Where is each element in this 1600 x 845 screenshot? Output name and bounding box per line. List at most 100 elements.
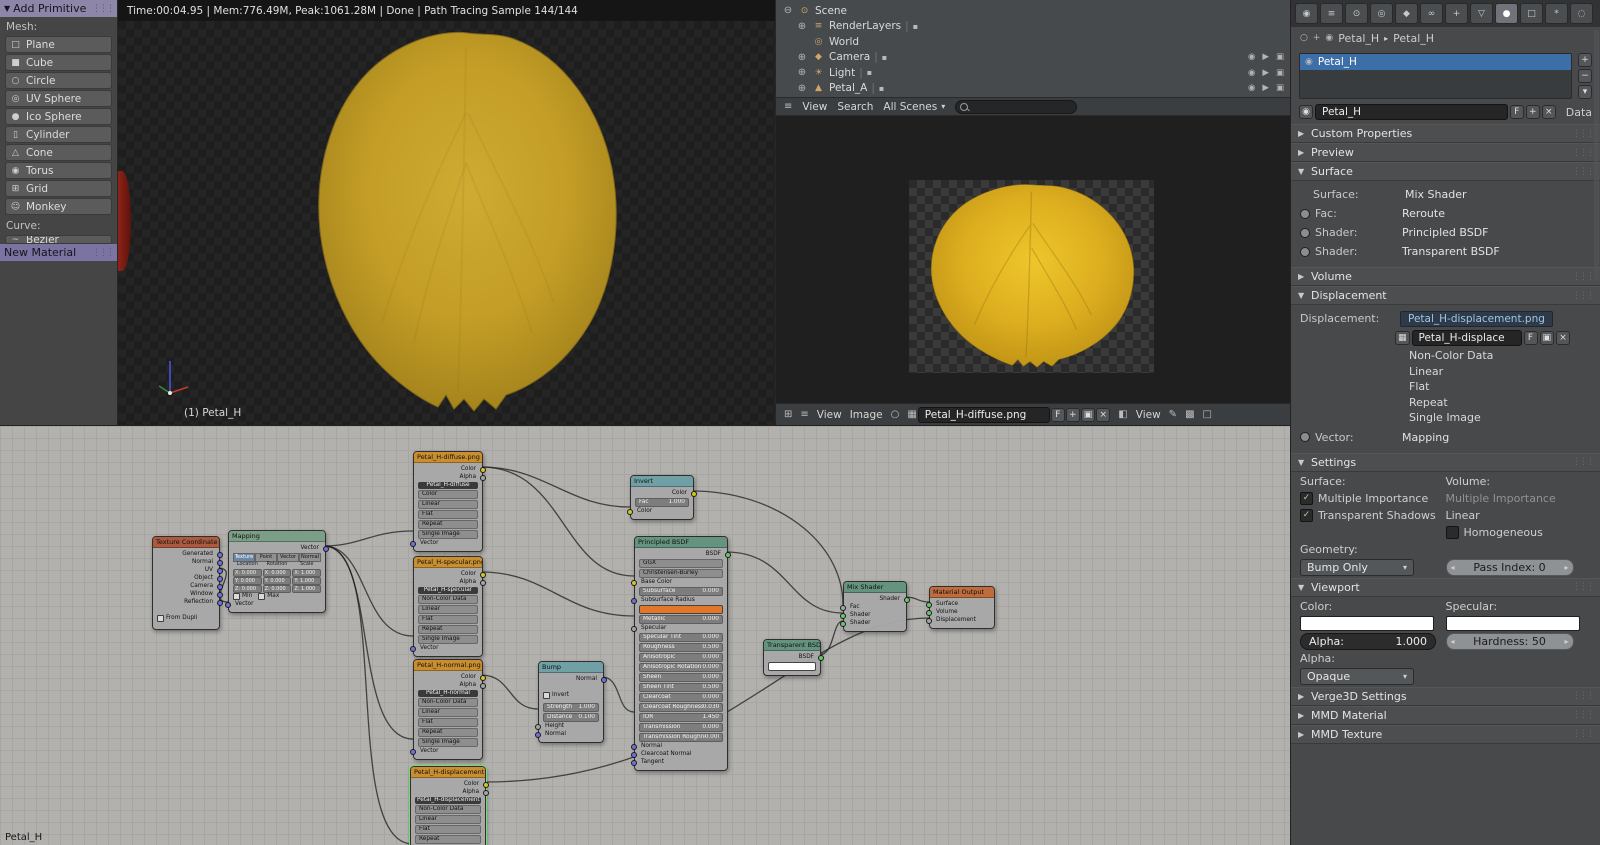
checkbox-unchecked-icon[interactable] xyxy=(1445,526,1459,539)
selectability-icon[interactable]: ▶ xyxy=(1262,68,1269,78)
node-row-non-color-data[interactable]: Non-Color Data xyxy=(415,805,481,814)
output-socket[interactable] xyxy=(217,568,223,574)
node-row-flat[interactable]: Flat xyxy=(418,510,478,519)
output-socket[interactable] xyxy=(480,683,486,689)
node-title[interactable]: Petal_H-diffuse.png xyxy=(414,452,482,463)
node-row-ior[interactable]: IOR 1.450 xyxy=(639,713,723,722)
surface-shader-select[interactable]: Mix Shader xyxy=(1405,188,1467,201)
panel-grip-icon[interactable]: ⋮⋮⋮ xyxy=(1572,710,1595,720)
editor-type-icon[interactable]: ≡ xyxy=(784,101,792,112)
browse-material-button[interactable]: ◉ xyxy=(1299,105,1313,119)
input-socket[interactable] xyxy=(631,760,637,766)
node-title[interactable]: Mix Shader xyxy=(844,582,906,593)
node-title[interactable]: Petal_H-specular.png xyxy=(414,557,482,568)
node-row-subsurface-color[interactable] xyxy=(639,605,723,614)
displacement-image-name-field[interactable]: Petal_H-displace xyxy=(1411,330,1522,346)
unlink-image-button[interactable]: × xyxy=(1556,331,1571,345)
output-socket[interactable] xyxy=(483,782,489,788)
node-mix-shader[interactable]: Mix Shader Shader Fac Shader Shader xyxy=(840,581,910,632)
node-row-single-image[interactable]: Single Image xyxy=(418,635,478,644)
node-row-distance[interactable]: Distance 0.100 xyxy=(543,713,599,722)
node-title[interactable]: Mapping xyxy=(229,531,325,542)
node-material-output[interactable]: Material Output Surface Volume Displacement xyxy=(926,586,995,629)
output-socket[interactable] xyxy=(480,572,486,578)
add-uv-sphere-button[interactable]: ◎ UV Sphere xyxy=(5,90,112,107)
input-socket[interactable] xyxy=(631,598,637,604)
panel-grip-icon[interactable]: ⋮⋮⋮ xyxy=(92,4,115,14)
input-socket[interactable] xyxy=(840,605,846,611)
checkbox-label[interactable]: Homogeneous xyxy=(1464,526,1543,539)
image-option-select[interactable]: Flat xyxy=(1395,379,1592,395)
node-row-sheen-tint[interactable]: Sheen Tint 0.500 xyxy=(639,683,723,692)
properties-tab-world-icon[interactable]: ◎ xyxy=(1370,3,1393,24)
value-field[interactable]: Z: 0.000 xyxy=(262,585,292,593)
add-plane-button[interactable]: □ Plane xyxy=(5,36,112,53)
open-image-button[interactable]: ▣ xyxy=(1080,407,1096,422)
view-menu-right[interactable]: View xyxy=(1136,409,1161,421)
selectability-icon[interactable]: ▶ xyxy=(1262,52,1269,62)
input-socket[interactable] xyxy=(535,732,541,738)
output-socket[interactable] xyxy=(217,552,223,558)
properties-tab-render-icon[interactable]: ◉ xyxy=(1295,3,1318,24)
add-primitive-panel-header[interactable]: ▼ Add Primitive ⋮⋮⋮ xyxy=(0,0,117,17)
display-mode-select[interactable]: All Scenes ▾ xyxy=(883,101,945,113)
input-socket[interactable] xyxy=(225,602,231,608)
node-row-non-color-data[interactable]: Non-Color Data xyxy=(418,595,478,604)
new-material-button[interactable]: + xyxy=(1525,105,1540,119)
blend-mode-select[interactable]: Opaque ▾ xyxy=(1300,667,1414,685)
outliner-row-world[interactable]: ◎ World xyxy=(776,34,1290,50)
node-title[interactable]: Petal_H-normal.png xyxy=(414,660,482,671)
output-socket[interactable] xyxy=(480,467,486,473)
shader-value[interactable]: Principled BSDF xyxy=(1402,226,1489,239)
volume-panel-header[interactable]: ▶ Volume ⋮⋮⋮ xyxy=(1291,267,1600,286)
displacement-panel-header[interactable]: ▼ Displacement ⋮⋮⋮ xyxy=(1291,286,1600,305)
viewport-panel-header[interactable]: ▼ Viewport ⋮⋮⋮ xyxy=(1291,577,1600,597)
image-editor[interactable]: ⊞ ≡ View Image ○ ▦ Petal_H-diffuse.png F… xyxy=(775,115,1290,425)
checkbox-label[interactable]: Transparent Shadows xyxy=(1318,509,1436,522)
output-socket[interactable] xyxy=(725,552,731,558)
specular-color-swatch[interactable] xyxy=(1445,616,1580,631)
custom-properties-panel-header[interactable]: ▶ Custom Properties ⋮⋮⋮ xyxy=(1291,124,1600,143)
expand-collapsed-icon[interactable]: ⊕ xyxy=(796,67,808,78)
unlink-image-button[interactable]: × xyxy=(1096,407,1111,422)
node-texture-coordinate[interactable]: Texture Coordinate Generated Normal UV Objec… xyxy=(152,536,223,630)
checkbox-icon[interactable] xyxy=(258,593,266,600)
properties-tab-texture-icon[interactable]: □ xyxy=(1520,3,1543,24)
node-title[interactable]: Bump xyxy=(539,662,603,673)
node-petal-h-normal-png[interactable]: Petal_H-normal.png Color Alpha Petal_H-norm… xyxy=(410,659,486,760)
output-socket[interactable] xyxy=(217,584,223,590)
output-socket[interactable] xyxy=(217,592,223,598)
arrow-left-icon[interactable]: ◂ xyxy=(1451,637,1455,646)
node-row-fac[interactable]: Fac 1.000 xyxy=(635,498,689,507)
node-row-single-image[interactable]: Single Image xyxy=(418,738,478,747)
shader-value[interactable]: Transparent BSDF xyxy=(1402,245,1500,258)
panel-grip-icon[interactable]: ⋮⋮⋮ xyxy=(1572,691,1595,701)
add-cylinder-button[interactable]: ▯ Cylinder xyxy=(5,126,112,143)
displacement-image-select[interactable]: Petal_H-displacement.png xyxy=(1400,310,1553,327)
node-row-color[interactable] xyxy=(768,662,816,671)
new-material-panel-header[interactable]: New Material ⋮⋮⋮ xyxy=(0,244,117,261)
node-row-min-max[interactable]: Min Max xyxy=(233,593,321,600)
node-row-clearcoat-roughness[interactable]: Clearcoat Roughness 0.030 xyxy=(639,703,723,712)
node-row-linear[interactable]: Linear xyxy=(418,708,478,717)
properties-tab-render-layers-icon[interactable]: ≡ xyxy=(1320,3,1343,24)
output-socket[interactable] xyxy=(323,546,329,552)
renderability-icon[interactable]: ▣ xyxy=(1276,68,1284,78)
input-socket[interactable] xyxy=(926,618,932,624)
input-socket[interactable] xyxy=(631,626,637,632)
value-field[interactable]: Z: 1.000 xyxy=(292,585,322,593)
panel-grip-icon[interactable]: ⋮⋮⋮ xyxy=(1572,167,1595,177)
display-channels-icon[interactable]: ▩ xyxy=(1185,409,1194,420)
unlink-material-button[interactable]: × xyxy=(1541,105,1556,119)
input-socket[interactable] xyxy=(631,744,637,750)
node-row-linear[interactable]: Linear xyxy=(415,815,481,824)
breadcrumb-material[interactable]: Petal_H xyxy=(1393,32,1434,45)
material-slot-row[interactable]: ◉ Petal_H xyxy=(1300,54,1571,70)
selectability-icon[interactable]: ▶ xyxy=(1262,83,1269,93)
node-invert[interactable]: Invert Color Fac 1.000 Color xyxy=(627,475,697,520)
output-socket[interactable] xyxy=(818,655,824,661)
input-socket[interactable] xyxy=(631,752,637,758)
properties-tab-data-icon[interactable]: ▽ xyxy=(1470,3,1493,24)
fake-user-button[interactable]: F xyxy=(1050,407,1065,422)
node-row-anisotropic[interactable]: Anisotropic 0.000 xyxy=(639,653,723,662)
